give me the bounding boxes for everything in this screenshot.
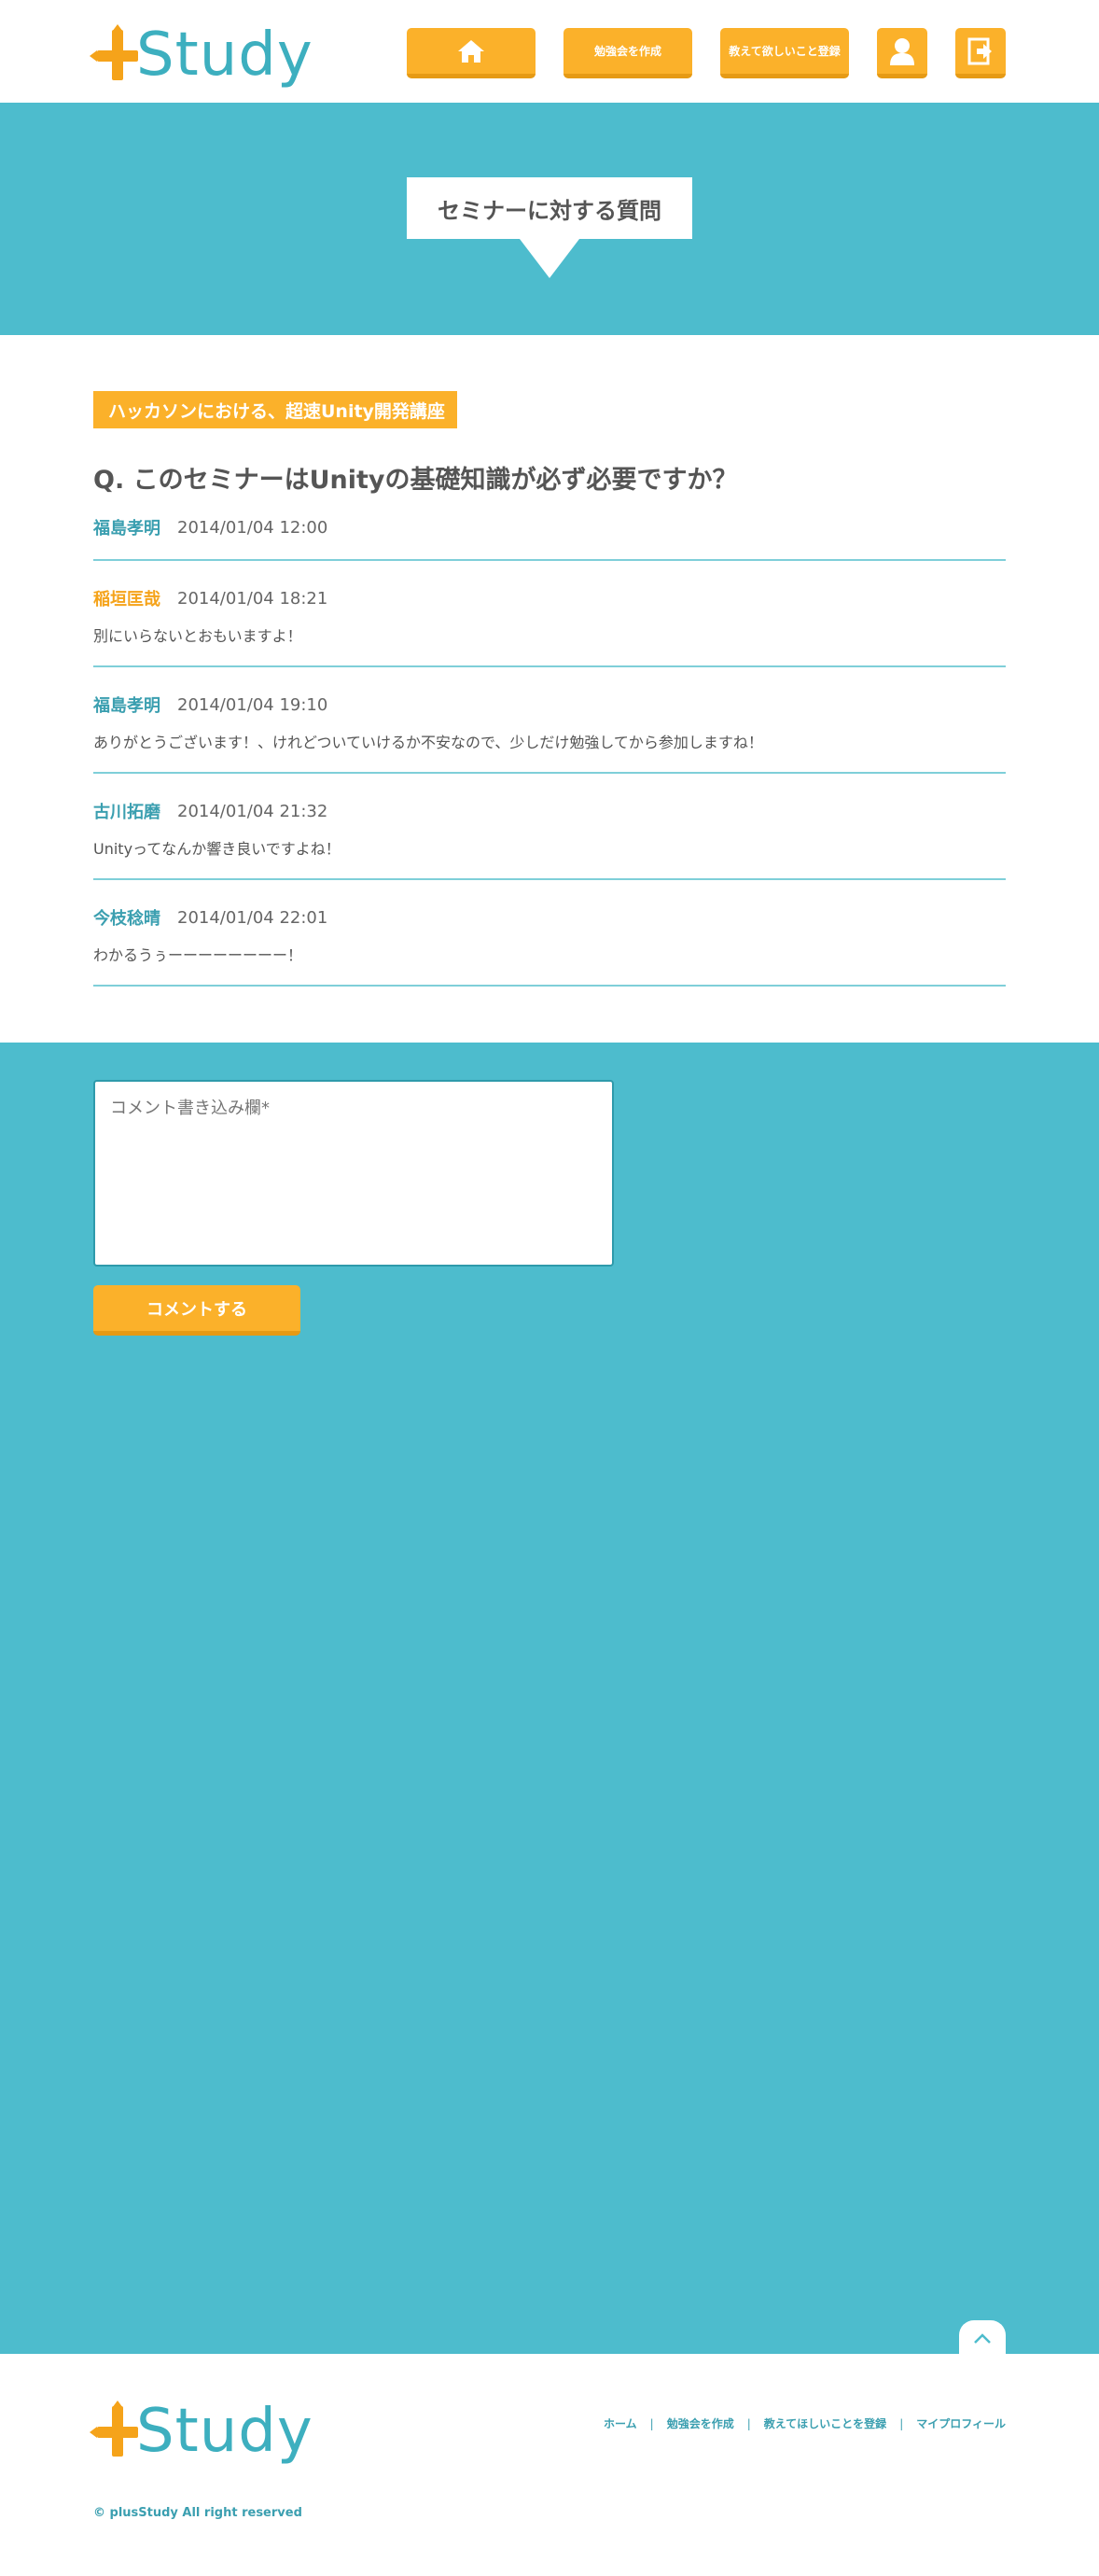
comment-item: 今枝稔晴 2014/01/04 22:01 わかるうぅーーーーーーーー！ <box>93 907 1006 965</box>
footer-link-register-request[interactable]: 教えてほしいことを登録 <box>764 2415 886 2431</box>
home-icon <box>458 39 484 63</box>
question-datetime: 2014/01/04 12:00 <box>177 517 328 538</box>
comment-author[interactable]: 福島孝明 <box>93 693 160 717</box>
footer-separator: | <box>899 2416 904 2430</box>
comment-datetime: 2014/01/04 18:21 <box>177 588 328 609</box>
comment-text: わかるうぅーーーーーーーー！ <box>93 946 303 964</box>
plus-pencil-icon <box>90 24 140 82</box>
comment-datetime: 2014/01/04 19:10 <box>177 694 328 715</box>
comment-author[interactable]: 今枝稔晴 <box>93 905 160 930</box>
question-text: Q. このセミナーはUnityの基礎知識が必ず必要ですか？ <box>93 466 738 495</box>
logout-icon <box>967 37 992 64</box>
copyright: © plusStudy All right reserved <box>93 2506 302 2520</box>
submit-comment-button[interactable]: コメントする <box>93 1285 300 1336</box>
divider <box>93 985 1006 987</box>
comment-datetime: 2014/01/04 21:32 <box>177 801 328 821</box>
logout-button[interactable] <box>955 28 1006 78</box>
home-button[interactable] <box>407 28 536 78</box>
comment-text: ありがとうございます！、けれどついていけるか不安なので、少しだけ勉強してから参加… <box>93 734 763 751</box>
comment-author[interactable]: 稲垣匡哉 <box>93 586 160 610</box>
site-footer: Study ホーム | 勉強会を作成 | 教えてほしいことを登録 | マイプロフ… <box>0 2354 1099 2576</box>
footer-separator: | <box>746 2416 751 2430</box>
footer-logo[interactable]: Study <box>90 2397 313 2466</box>
comment-text: Unityってなんか響き良いですよね！ <box>93 840 341 858</box>
comment-item: 稲垣匡哉 2014/01/04 18:21 別にいらないとおもいますよ！ <box>93 588 1006 646</box>
comment-text: 別にいらないとおもいますよ！ <box>93 627 302 645</box>
speech-bubble-tail <box>520 239 579 278</box>
comment-input[interactable] <box>93 1080 614 1267</box>
scroll-to-top-button[interactable] <box>959 2320 1006 2358</box>
user-icon <box>890 37 914 65</box>
comment-item: 古川拓磨 2014/01/04 21:32 Unityってなんか響き良いですよね… <box>93 801 1006 859</box>
divider <box>93 772 1006 774</box>
footer-link-create-study[interactable]: 勉強会を作成 <box>667 2415 734 2431</box>
create-study-button[interactable]: 勉強会を作成 <box>563 28 692 78</box>
comment-author[interactable]: 古川拓磨 <box>93 799 160 823</box>
comment-form-section: コメントする <box>0 1043 1099 2354</box>
plus-pencil-icon <box>90 2401 140 2458</box>
seminar-title-badge[interactable]: ハッカソンにおける、超速Unity開発講座 <box>93 391 457 428</box>
question-author[interactable]: 福島孝明 <box>93 515 160 539</box>
footer-link-my-profile[interactable]: マイプロフィール <box>916 2415 1006 2431</box>
page-title: セミナーに対する質問 <box>407 177 692 239</box>
divider <box>93 878 1006 880</box>
footer-separator: | <box>649 2416 654 2430</box>
logo-text: Study <box>136 2397 313 2466</box>
comment-item: 福島孝明 2014/01/04 19:10 ありがとうございます！、けれどついて… <box>93 694 1006 752</box>
profile-button[interactable] <box>877 28 927 78</box>
footer-nav: ホーム | 勉強会を作成 | 教えてほしいことを登録 | マイプロフィール <box>604 2415 1006 2431</box>
page-hero: セミナーに対する質問 <box>0 103 1099 335</box>
site-header: Study 勉強会を作成 教えて欲しいこと登録 <box>0 0 1099 103</box>
footer-link-home[interactable]: ホーム <box>604 2415 637 2431</box>
comment-datetime: 2014/01/04 22:01 <box>177 907 328 928</box>
question-meta: 福島孝明 2014/01/04 12:00 <box>93 515 327 539</box>
register-request-button[interactable]: 教えて欲しいこと登録 <box>720 28 849 78</box>
chevron-up-icon <box>974 2333 991 2344</box>
divider <box>93 559 1006 561</box>
divider <box>93 665 1006 667</box>
site-logo[interactable]: Study <box>90 21 313 90</box>
logo-text: Study <box>136 21 313 90</box>
